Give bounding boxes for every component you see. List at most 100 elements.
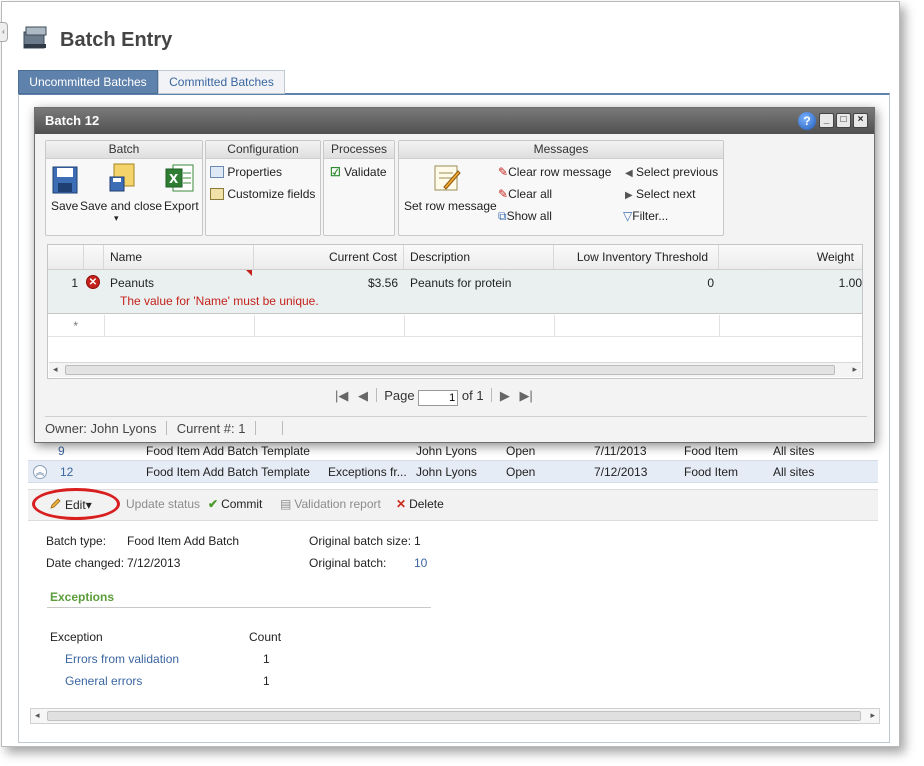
column-header-description[interactable]: Description [404,245,554,270]
clear-row-message-button[interactable]: ✎Clear row message [498,165,611,179]
batch-number[interactable]: 9 [58,444,65,458]
save-and-close-dropdown-icon[interactable]: ▾ [114,213,119,224]
filter-button[interactable]: ▽Filter... [623,209,668,223]
previous-page-icon[interactable]: ◀ [358,388,368,403]
batch-owner: John Lyons [416,444,477,458]
show-all-icon: ⧉ [498,209,507,223]
ribbon-group-messages: Messages Set row message ✎Clear row mess… [398,140,724,236]
error-icon[interactable]: ✕ [86,275,100,289]
cell-description[interactable]: Peanuts for protein [410,276,511,290]
original-batch-label: Original batch: [309,556,387,570]
excel-icon[interactable]: X [165,163,195,196]
update-status-label: Update status [126,497,201,511]
clear-all-label: Clear all [508,187,553,201]
report-icon: ▤ [280,497,292,511]
validation-report-button[interactable]: ▤ Validation report [280,497,381,511]
batch-date: 7/11/2013 [594,444,647,458]
update-status-button[interactable]: Update status [126,497,200,511]
maximize-icon[interactable]: □ [836,113,851,128]
exceptions-header-count: Count [249,630,282,644]
new-row-marker: * [73,319,78,333]
dialog-titlebar[interactable]: Batch 12 [35,108,874,134]
error-marker-icon [246,270,252,276]
delete-button[interactable]: ✕ Delete [396,497,444,511]
column-header-name[interactable]: Name [104,245,254,270]
filter-label: Filter... [632,209,669,223]
owner-status: Owner: John Lyons [45,421,157,436]
row-number: 1 [71,276,78,290]
minimize-icon[interactable]: _ [819,113,834,128]
commit-button[interactable]: ✔ Commit [208,497,262,511]
dialog-status-bar: Owner: John Lyons Current #: 1 [45,416,867,438]
cell-low-inventory-threshold[interactable]: 0 [554,276,714,290]
cell-weight[interactable]: 1.00 [719,276,862,290]
row-number-header [48,245,84,270]
cell-current-cost[interactable]: $3.56 [254,276,398,290]
tab-committed-batches[interactable]: Committed Batches [158,70,285,94]
batch-date: 7/12/2013 [594,465,648,479]
save-icon[interactable] [52,166,78,197]
ribbon-group-configuration: Configuration Properties Customize field… [205,140,321,236]
batch-sites: All sites [773,444,815,458]
general-errors-link[interactable]: General errors [65,674,142,688]
grid-horizontal-scrollbar[interactable]: ◂ ▸ [49,362,861,377]
batch-type: Food Item [684,444,739,458]
collapse-row-icon[interactable]: ︽ [33,465,47,479]
scroll-right-icon[interactable]: ▸ [852,364,857,375]
page-of-label: of 1 [461,388,484,403]
page-number-input[interactable] [418,390,459,406]
select-next-label: Select next [636,187,696,201]
cell-name[interactable]: Peanuts [110,276,154,290]
batch-owner: John Lyons [416,465,477,479]
set-row-message-button[interactable]: Set row message [404,199,497,213]
batch-status: Open [506,465,536,479]
select-previous-button[interactable]: ◀ Select previous [625,165,718,179]
set-row-message-icon[interactable] [432,163,462,196]
column-header-low-inventory-threshold[interactable]: Low Inventory Threshold [554,245,719,270]
next-page-icon[interactable]: ▶ [500,388,510,403]
batch-action-bar: Edit▾ Update status ✔ Commit ▤ Validation … [28,489,878,521]
scroll-left-icon[interactable]: ◂ [53,364,58,375]
last-page-icon[interactable]: ▶| [519,388,532,403]
show-all-label: Show all [506,209,552,223]
validate-button[interactable]: ☑ Validate [330,165,387,179]
clear-all-button[interactable]: ✎Clear all [498,187,552,201]
delete-icon: ✕ [396,497,407,511]
errors-from-validation-link[interactable]: Errors from validation [65,652,179,666]
batch-row-selected[interactable]: ︽ 12 Food Item Add Batch Template Except… [28,460,878,483]
group-header: Messages [399,141,723,159]
scroll-right-icon[interactable]: ▸ [870,710,875,721]
next-arrow-icon: ▶ [625,190,633,201]
properties-button[interactable]: Properties [210,165,282,179]
customize-fields-button[interactable]: Customize fields [210,187,315,201]
scroll-left-icon[interactable]: ◂ [35,710,40,721]
help-icon[interactable]: ? [798,112,816,130]
scroll-thumb[interactable] [65,365,835,375]
column-header-weight[interactable]: Weight [719,245,862,270]
first-page-icon[interactable]: |◀ [335,388,348,403]
show-all-button[interactable]: ⧉Show all [498,209,552,224]
export-button[interactable]: Export [164,199,199,213]
save-button[interactable]: Save [51,199,78,213]
group-header: Configuration [206,141,320,159]
batch-sites: All sites [773,465,815,479]
save-and-close-button[interactable]: Save and close [80,199,162,213]
grid-row[interactable]: 1 ✕ Peanuts $3.56 Peanuts for protein 0 … [48,270,862,314]
customize-fields-label: Customize fields [227,187,316,201]
date-changed-value: 7/12/2013 [127,556,181,570]
select-next-button[interactable]: ▶ Select next [625,187,695,201]
validation-report-label: Validation report [294,497,381,511]
group-header: Batch [46,141,202,159]
horizontal-scrollbar[interactable]: ◂ ▸ [30,708,880,724]
page-title: Batch Entry [60,29,173,51]
batch-number[interactable]: 12 [60,465,73,479]
original-batch-link[interactable]: 10 [414,556,427,570]
scroll-thumb[interactable] [47,711,861,721]
grid-new-row[interactable]: * [48,315,862,337]
close-icon[interactable]: × [853,113,868,128]
collapse-panel-handle[interactable]: ‹ [0,22,8,42]
save-and-close-icon[interactable] [108,163,136,196]
column-header-current-cost[interactable]: Current Cost [254,245,404,270]
batch-dialog: Batch 12 ? _ □ × Batch Save Save and clo… [34,107,875,443]
tab-uncommitted-batches[interactable]: Uncommitted Batches [18,70,158,94]
